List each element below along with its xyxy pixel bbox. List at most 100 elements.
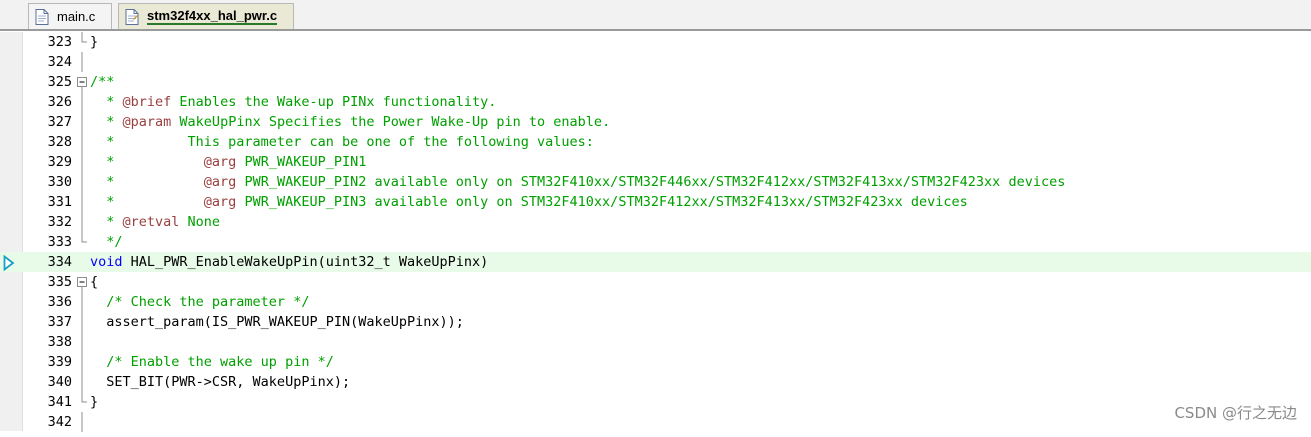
watermark: CSDN @行之无边 <box>1174 404 1297 422</box>
code-text: /* Check the parameter */ <box>90 292 309 312</box>
code-editor[interactable]: 323} 324 325 /** 326 * @brief Enables the Wa… <box>0 32 1311 432</box>
code-token: @arg <box>203 154 237 170</box>
code-token: HAL_PWR_EnableWakeUpPin(uint32_t WakeUpP… <box>122 254 489 270</box>
line-number: 342 <box>47 414 72 430</box>
code-text: assert_param(IS_PWR_WAKEUP_PIN(WakeUpPin… <box>90 312 464 332</box>
code-line[interactable]: 328 * This parameter can be one of the f… <box>0 132 1311 152</box>
code-token: void <box>90 254 123 270</box>
code-token: * <box>90 114 123 130</box>
line-number: 332 <box>47 214 72 230</box>
code-token: @param <box>122 114 172 130</box>
code-token: */ <box>90 234 123 250</box>
code-token: assert_param(IS_PWR_WAKEUP_PIN(WakeUpPin… <box>90 314 464 330</box>
code-text: */ <box>90 232 123 252</box>
tab-label: stm32f4xx_hal_pwr.c <box>147 8 278 25</box>
line-number: 334 <box>47 254 72 270</box>
line-number: 331 <box>47 194 72 210</box>
fold-guide <box>76 212 88 232</box>
code-token: @arg <box>203 174 237 190</box>
c-file-icon <box>125 8 139 25</box>
code-token: * <box>90 214 123 230</box>
code-text: /* Enable the wake up pin */ <box>90 352 334 372</box>
code-text: * @arg PWR_WAKEUP_PIN2 available only on… <box>90 172 1065 192</box>
c-file-icon <box>35 8 49 25</box>
code-line[interactable]: 338 <box>0 332 1311 352</box>
fold-guide <box>76 412 88 432</box>
code-line[interactable]: 330 * @arg PWR_WAKEUP_PIN2 available onl… <box>0 172 1311 192</box>
fold-guide <box>76 132 88 152</box>
code-line[interactable]: 331 * @arg PWR_WAKEUP_PIN3 available onl… <box>0 192 1311 212</box>
fold-gutter <box>76 252 88 272</box>
code-token: SET_BIT(PWR->CSR, WakeUpPinx); <box>90 374 351 390</box>
code-line[interactable]: 323} <box>0 32 1311 52</box>
code-token: * <box>90 94 123 110</box>
fold-guide <box>76 192 88 212</box>
tab-label: main.c <box>57 9 96 24</box>
code-token: * <box>90 154 204 170</box>
code-token: } <box>90 34 99 50</box>
fold-guide <box>76 332 88 352</box>
code-text: void HAL_PWR_EnableWakeUpPin(uint32_t Wa… <box>90 252 488 272</box>
code-line[interactable]: 335 { <box>0 272 1311 292</box>
fold-guide <box>76 352 88 372</box>
code-token: @brief <box>122 94 172 110</box>
tab-main-c[interactable]: main.c <box>28 3 112 29</box>
code-token: /* Check the parameter */ <box>90 294 310 310</box>
code-line[interactable]: 337 assert_param(IS_PWR_WAKEUP_PIN(WakeU… <box>0 312 1311 332</box>
code-line[interactable]: 336 /* Check the parameter */ <box>0 292 1311 312</box>
code-text: * @retval None <box>90 212 220 232</box>
code-line[interactable]: 324 <box>0 52 1311 72</box>
code-line[interactable]: 327 * @param WakeUpPinx Specifies the Po… <box>0 112 1311 132</box>
editor-tab-bar: main.c stm32f4xx_hal_pwr.c <box>0 0 1311 31</box>
code-text: * This parameter can be one of the follo… <box>90 132 594 152</box>
code-line[interactable]: 325 /** <box>0 72 1311 92</box>
line-number: 325 <box>47 74 72 90</box>
line-number: 323 <box>47 34 72 50</box>
line-number: 340 <box>47 374 72 390</box>
code-line[interactable]: 339 /* Enable the wake up pin */ <box>0 352 1311 372</box>
code-text: * @arg PWR_WAKEUP_PIN3 available only on… <box>90 192 968 212</box>
line-number: 335 <box>47 274 72 290</box>
fold-guide <box>76 112 88 132</box>
code-line[interactable]: 342 <box>0 412 1311 432</box>
code-token: * <box>90 194 204 210</box>
line-number: 328 <box>47 134 72 150</box>
line-number: 327 <box>47 114 72 130</box>
code-token: /* Enable the wake up pin */ <box>90 354 334 370</box>
line-number: 330 <box>47 174 72 190</box>
code-text: * @brief Enables the Wake-up PINx functi… <box>90 92 496 112</box>
tab-stm32f4xx-hal-pwr-c[interactable]: stm32f4xx_hal_pwr.c <box>118 3 294 29</box>
line-number: 326 <box>47 94 72 110</box>
line-number: 337 <box>47 314 72 330</box>
code-token: { <box>90 274 99 290</box>
code-text: * @param WakeUpPinx Specifies the Power … <box>90 112 610 132</box>
code-line[interactable]: 329 * @arg PWR_WAKEUP_PIN1 <box>0 152 1311 172</box>
code-token: Enables the Wake-up PINx functionality. <box>171 94 497 110</box>
code-token: /** <box>90 74 115 90</box>
code-token: * This parameter can be one of the follo… <box>90 134 594 150</box>
current-line-arrow-icon <box>3 255 15 271</box>
code-line[interactable]: 340 SET_BIT(PWR->CSR, WakeUpPinx); <box>0 372 1311 392</box>
code-text: { <box>90 272 98 292</box>
code-token: @arg <box>203 194 237 210</box>
code-line[interactable]: 332 * @retval None <box>0 212 1311 232</box>
code-line[interactable]: 341} <box>0 392 1311 412</box>
fold-guide <box>76 372 88 392</box>
line-number: 341 <box>47 394 72 410</box>
fold-guide <box>76 52 88 72</box>
fold-collapse-icon[interactable] <box>76 272 88 292</box>
code-token: PWR_WAKEUP_PIN2 available only on STM32F… <box>236 174 1066 190</box>
code-token: } <box>90 394 99 410</box>
code-line[interactable]: 326 * @brief Enables the Wake-up PINx fu… <box>0 92 1311 112</box>
fold-guide <box>76 172 88 192</box>
code-token: PWR_WAKEUP_PIN3 available only on STM32F… <box>236 194 968 210</box>
fold-guide <box>76 292 88 312</box>
code-text: * @arg PWR_WAKEUP_PIN1 <box>90 152 366 172</box>
code-text: } <box>90 392 98 412</box>
code-line[interactable]: 333 */ <box>0 232 1311 252</box>
line-number: 333 <box>47 234 72 250</box>
fold-collapse-icon[interactable] <box>76 72 88 92</box>
code-token: * <box>90 174 204 190</box>
code-line[interactable]: 334 void HAL_PWR_EnableWakeUpPin(uint32_t… <box>0 252 1311 272</box>
fold-end-guide <box>76 32 88 52</box>
